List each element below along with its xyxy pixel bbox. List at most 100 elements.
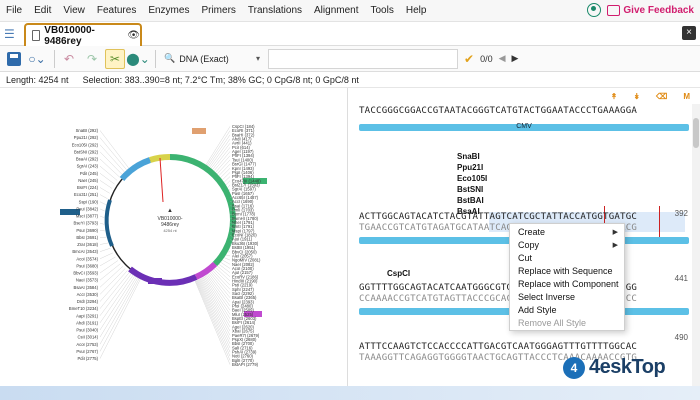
toolbar-divider [155, 49, 156, 68]
left-enzyme-label[interactable]: BbvCI (3593) [73, 271, 98, 276]
left-label-leader [99, 173, 115, 185]
left-enzyme-label[interactable]: NaeI (245) [78, 178, 98, 183]
left-label-leader [99, 208, 105, 212]
left-enzyme-label[interactable]: SnaBI (292) [76, 128, 99, 133]
menu-file[interactable]: File [0, 0, 28, 22]
menu-item-add-style[interactable]: Add Style [510, 304, 624, 317]
enzyme-site-label[interactable]: Eco105I [457, 173, 487, 184]
left-enzyme-label[interactable]: BmeT10 (3234) [69, 306, 99, 311]
left-enzyme-label[interactable]: BsrFI (224) [77, 185, 99, 190]
enzyme-tool-button[interactable]: ✂ [105, 48, 125, 69]
left-enzyme-label[interactable]: NaeI (3573) [76, 278, 99, 283]
document-icon [32, 30, 41, 41]
left-enzyme-label[interactable]: Eco105I (292) [72, 142, 99, 147]
left-enzyme-label[interactable]: PsuI (3690) [76, 228, 98, 233]
feature-arc-blue[interactable] [104, 199, 114, 247]
left-enzyme-label[interactable]: AcoI (2753) [76, 342, 98, 347]
menu-tools[interactable]: Tools [364, 0, 399, 22]
left-label-leader [99, 273, 132, 316]
left-enzyme-label[interactable]: Ppu21I (292) [74, 135, 99, 140]
eye-icon[interactable]: 👁 [127, 30, 140, 41]
user-account-icon[interactable] [587, 3, 602, 17]
left-enzyme-label[interactable]: AapI (3291) [76, 313, 98, 318]
feature-cmv-bar[interactable]: CMV [359, 123, 689, 131]
feature-arc-green[interactable] [169, 154, 236, 221]
menu-alignment[interactable]: Alignment [308, 0, 364, 22]
left-enzyme-label[interactable]: AcoI (3574) [76, 256, 98, 261]
left-enzyme-label[interactable]: PsuI (3680) [76, 263, 98, 268]
left-enzyme-label[interactable]: BsaAI (3584) [74, 285, 99, 290]
sequence-line-top[interactable]: TACCGGGCGGACCGTAATACGGGTCATGTACTGGAATACC… [359, 106, 637, 116]
collapse-up-icon[interactable]: ↟ [611, 92, 618, 101]
undo-button[interactable]: ↶ [59, 49, 79, 69]
menu-translations[interactable]: Translations [242, 0, 308, 22]
left-enzyme-label[interactable]: BseYI (3793) [74, 221, 99, 226]
feature-color-button[interactable]: ⬤⌄ [126, 49, 149, 69]
left-enzyme-label[interactable]: BstSNI (292) [74, 149, 99, 154]
menu-view[interactable]: View [57, 0, 91, 22]
redo-button[interactable]: ↷ [82, 49, 102, 69]
tree-view-icon[interactable]: ☰ [4, 27, 18, 41]
left-enzyme-label[interactable]: CsiI (3014) [78, 335, 99, 340]
menu-item-copy[interactable]: Copy ▶ [510, 239, 624, 252]
left-enzyme-label[interactable]: PdiI (2775) [78, 356, 99, 361]
enzyme-site-label[interactable]: BstSNI [457, 184, 487, 195]
give-feedback-button[interactable]: Give Feedback [607, 4, 694, 16]
enzyme-site-label[interactable]: SnaBI [457, 151, 487, 162]
left-enzyme-label[interactable]: BsaAI (292) [76, 157, 99, 162]
save-button[interactable] [4, 49, 24, 69]
map-toggle-icon[interactable]: M [683, 92, 690, 101]
menu-bar: File Edit View Features Enzymes Primers … [0, 0, 700, 22]
left-enzyme-label[interactable]: MscI (3877) [76, 214, 99, 219]
collapse-down-icon[interactable]: ↡ [633, 92, 640, 101]
left-enzyme-label[interactable]: BmcAI (3543) [72, 249, 98, 254]
confirm-search-icon[interactable]: ✔ [464, 52, 474, 66]
left-enzyme-label[interactable]: AhdI (3191) [76, 320, 98, 325]
menu-item-replace-sequence[interactable]: Replace with Sequence [510, 265, 624, 278]
previous-match-button[interactable]: ◀ [499, 53, 506, 64]
left-enzyme-label[interactable]: PsuI (3040) [76, 328, 98, 333]
left-enzyme-label[interactable]: AccI (3530) [77, 292, 99, 297]
menu-enzymes[interactable]: Enzymes [142, 0, 195, 22]
sequence-line-top[interactable]: ACTTGGCAGTACATCTACGTATTAGTCATCGCTATTACCA… [359, 212, 637, 222]
enzyme-site-label[interactable]: Ppu21I [457, 162, 487, 173]
menu-help[interactable]: Help [400, 0, 433, 22]
feature-arc-magenta[interactable] [194, 261, 218, 280]
menu-primers[interactable]: Primers [195, 0, 241, 22]
plasmid-map-pane[interactable]: ▲ VB010000- 9486rey 4254 nt SnaBI (292) … [0, 88, 348, 386]
delete-icon[interactable]: ⌫ [656, 92, 667, 101]
right-label-leader [196, 280, 231, 353]
left-enzyme-label[interactable]: PvuI (2767) [76, 349, 98, 354]
right-enzyme-label[interactable]: BstAPI (2779) [232, 362, 259, 367]
sequence-search-input[interactable] [268, 48, 458, 69]
menu-item-cut[interactable]: Cut [510, 252, 624, 265]
left-enzyme-label[interactable]: PsuI (3842) [76, 206, 98, 211]
menu-features[interactable]: Features [91, 0, 142, 22]
menu-item-replace-component[interactable]: Replace with Component [510, 278, 624, 291]
document-tab[interactable]: VB010000-9486rey 👁 [24, 23, 142, 47]
sequence-line-top[interactable]: ATTTCCAAGTCTCCACCCCATTGACGTCAATGGGAGTTTG… [359, 342, 637, 352]
next-match-button[interactable]: ▶ [512, 53, 519, 64]
cspci-site-label[interactable]: CspCI [387, 269, 410, 278]
menu-item-select-inverse[interactable]: Select Inverse [510, 291, 624, 304]
view-options-button[interactable]: ○⌄ [27, 49, 47, 69]
left-enzyme-label[interactable]: PdiI (245) [80, 171, 99, 176]
left-enzyme-label[interactable]: Eco31I (251) [74, 192, 99, 197]
left-enzyme-label[interactable]: DrdI (3294) [77, 299, 99, 304]
feature-tag-purple[interactable] [148, 278, 162, 284]
search-mode-select[interactable]: 🔍 DNA (Exact) ▾ [160, 49, 264, 69]
left-enzyme-label[interactable]: SspI (190) [79, 199, 99, 204]
enzyme-site-label[interactable]: BstBAI [457, 195, 487, 206]
vertical-scrollbar[interactable] [692, 104, 700, 386]
feature-arc-purple[interactable] [128, 266, 198, 286]
left-enzyme-label[interactable]: ZraI (3618) [77, 242, 98, 247]
feature-tag-ecori[interactable] [192, 128, 206, 134]
left-enzyme-label[interactable]: SgrAI (243) [77, 164, 99, 169]
menu-edit[interactable]: Edit [28, 0, 57, 22]
close-tab-button[interactable]: × [682, 26, 696, 40]
menu-item-create[interactable]: Create ▶ [510, 226, 624, 239]
search-icon: 🔍 [164, 53, 176, 63]
left-enzyme-label[interactable]: BbsI (3691) [76, 235, 98, 240]
feature-arc-green-2[interactable] [212, 219, 236, 267]
plasmid-map[interactable]: ▲ VB010000- 9486rey 4254 nt SnaBI (292) … [0, 88, 348, 386]
